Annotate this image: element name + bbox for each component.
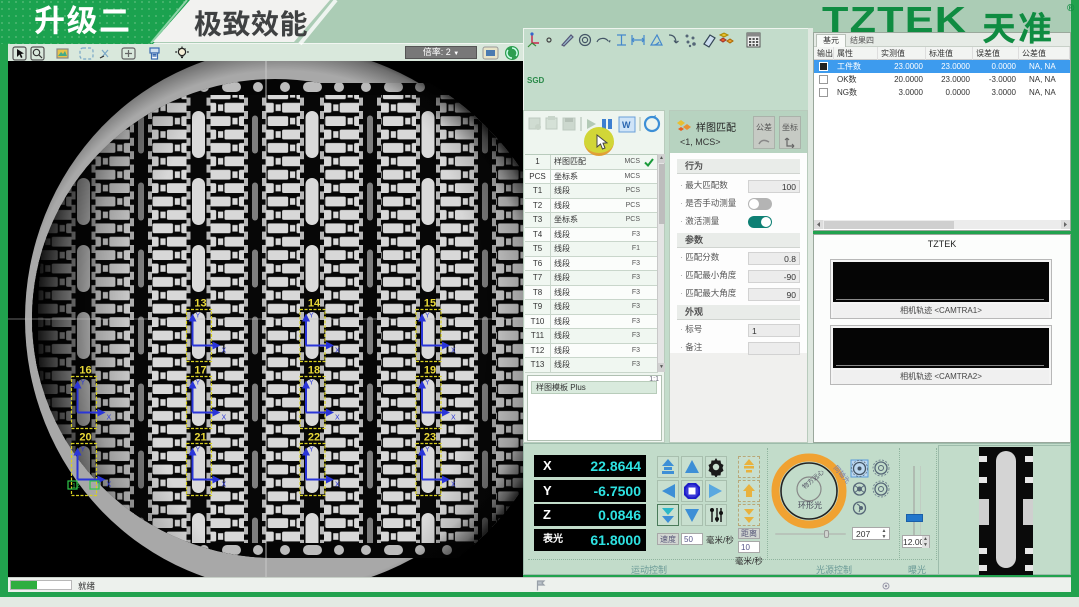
svg-text:Y: Y [196, 313, 201, 320]
svg-text:21: 21 [194, 432, 206, 444]
svg-text:X: X [222, 482, 227, 489]
svg-text:17: 17 [194, 365, 206, 377]
svg-text:Y: Y [425, 313, 430, 320]
svg-text:X: X [451, 482, 456, 489]
svg-text:Y: Y [196, 447, 201, 454]
svg-text:X: X [107, 415, 112, 422]
svg-text:Y: Y [309, 447, 314, 454]
svg-text:16: 16 [79, 365, 91, 377]
svg-text:X: X [451, 415, 456, 422]
svg-text:15: 15 [424, 298, 436, 310]
svg-text:W: W [622, 120, 631, 130]
svg-text:12: 12 [72, 483, 80, 490]
svg-text:19: 19 [424, 365, 436, 377]
svg-text:X: X [107, 482, 112, 489]
svg-text:23: 23 [424, 432, 436, 444]
svg-text:22: 22 [308, 432, 320, 444]
svg-text:X: X [222, 415, 227, 422]
svg-text:Y: Y [309, 313, 314, 320]
svg-text:X: X [451, 348, 456, 355]
svg-text:物方远心: 物方远心 [800, 467, 826, 491]
svg-text:18: 18 [308, 365, 320, 377]
svg-text:Y: Y [81, 380, 86, 387]
svg-text:X: X [335, 482, 340, 489]
svg-text:环形光: 环形光 [798, 500, 822, 510]
svg-text:Y: Y [309, 380, 314, 387]
svg-text:X: X [335, 415, 340, 422]
svg-text:20: 20 [79, 432, 91, 444]
svg-text:Y: Y [425, 447, 430, 454]
svg-text:Y: Y [425, 380, 430, 387]
svg-text:14: 14 [308, 298, 321, 310]
svg-text:X: X [222, 348, 227, 355]
svg-text:®: ® [1067, 3, 1075, 14]
svg-text:Y: Y [81, 447, 86, 454]
svg-text:X: X [335, 348, 340, 355]
svg-text:Y: Y [196, 380, 201, 387]
svg-text:13: 13 [194, 298, 206, 310]
